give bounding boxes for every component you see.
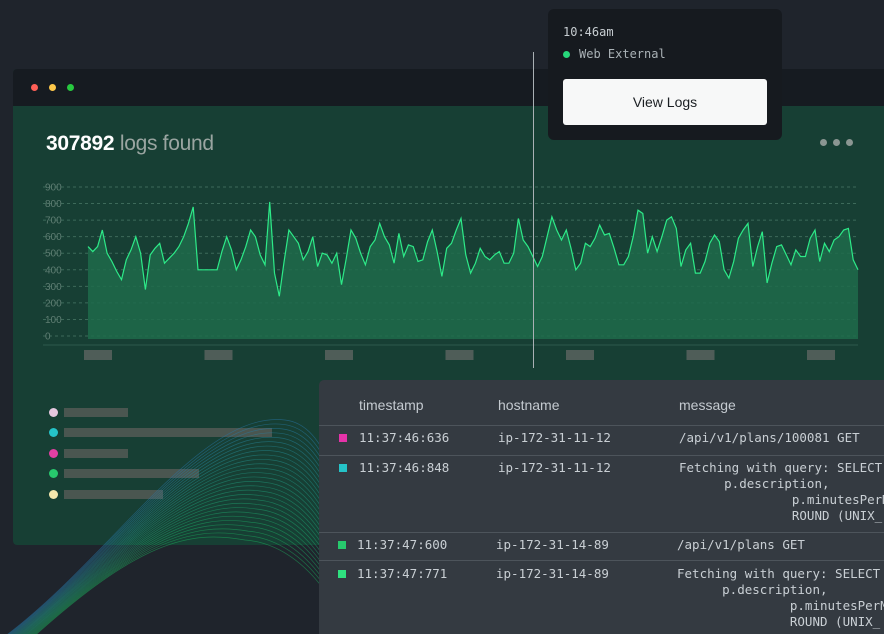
row-divider xyxy=(319,532,884,533)
message-cell: Fetching with query: SELECT xyxy=(679,460,883,475)
row-color-marker xyxy=(338,570,346,578)
chart-hover-line xyxy=(533,52,534,368)
tooltip-source-label: Web External xyxy=(579,47,666,61)
message-cell: ROUND (UNIX_ xyxy=(679,508,883,523)
hostname-cell: ip-172-31-14-89 xyxy=(496,537,609,552)
header-divider xyxy=(319,425,884,426)
row-color-marker xyxy=(339,464,347,472)
column-header-hostname[interactable]: hostname xyxy=(498,397,559,413)
column-header-timestamp[interactable]: timestamp xyxy=(359,397,424,413)
message-cell: p.description, xyxy=(679,476,830,491)
view-logs-button[interactable]: View Logs xyxy=(563,79,767,125)
timestamp-cell: 11:37:47:600 xyxy=(357,537,448,552)
timestamp-cell: 11:37:46:636 xyxy=(359,430,450,445)
row-color-marker xyxy=(339,434,347,442)
tooltip-time: 10:46am xyxy=(563,25,614,39)
wave-line xyxy=(26,498,359,634)
hostname-cell: ip-172-31-11-12 xyxy=(498,430,611,445)
column-header-message[interactable]: message xyxy=(679,397,736,413)
hostname-cell: ip-172-31-11-12 xyxy=(498,460,611,475)
wave-line xyxy=(24,489,362,634)
row-divider xyxy=(319,455,884,456)
timestamp-cell: 11:37:46:848 xyxy=(359,460,450,475)
timestamp-cell: 11:37:47:771 xyxy=(357,566,448,581)
hostname-cell: ip-172-31-14-89 xyxy=(496,566,609,581)
tooltip-source: Web External xyxy=(563,47,666,61)
status-dot-icon xyxy=(563,50,570,58)
row-divider xyxy=(319,560,884,561)
wave-line xyxy=(36,536,349,634)
wave-line xyxy=(34,528,351,634)
message-cell: p.minutesPerMo xyxy=(677,598,884,613)
message-cell: /api/v1/plans GET xyxy=(677,537,805,552)
wave-line xyxy=(22,481,364,634)
message-cell: p.minutesPerMo xyxy=(679,492,884,507)
message-cell: /api/v1/plans/100081 GET xyxy=(679,430,860,445)
wave-line xyxy=(25,494,360,634)
message-cell: ROUND (UNIX_ xyxy=(677,614,881,629)
wave-line xyxy=(27,502,358,634)
row-color-marker xyxy=(338,541,346,549)
chart-tooltip: 10:46am Web External View Logs xyxy=(548,9,782,140)
logs-table: timestamp hostname message 11:37:46:636 i… xyxy=(319,380,884,634)
message-cell: p.description, xyxy=(677,582,828,597)
message-cell: Fetching with query: SELECT xyxy=(677,566,881,581)
